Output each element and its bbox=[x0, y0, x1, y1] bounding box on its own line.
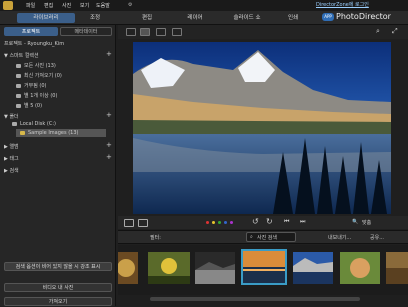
smart-item-5star[interactable]: 별 5 (0) bbox=[16, 102, 42, 109]
menu-bar: 파일 편집 사진 보기 도움말 ⚙ DirectorZone에 로그인 bbox=[0, 0, 408, 11]
expand-icon[interactable]: ⤢ bbox=[392, 27, 398, 36]
local-disk[interactable]: Local Disk (C:) bbox=[12, 121, 56, 127]
smart-item-all[interactable]: 모든 사진 (13) bbox=[16, 62, 56, 69]
search-icon: ⌕ bbox=[250, 234, 253, 240]
thumbnail[interactable] bbox=[118, 252, 138, 284]
collection-icon bbox=[16, 73, 21, 78]
smart-collection-header[interactable]: ▼ 스마트 컬렉션 bbox=[4, 52, 39, 59]
add-folder-button[interactable]: + bbox=[106, 111, 112, 119]
folders-header[interactable]: ▼ 폴더 bbox=[4, 113, 19, 120]
smart-item-rejected[interactable]: 거부됨 (0) bbox=[16, 82, 46, 89]
collection-icon bbox=[16, 103, 21, 108]
main-photo bbox=[133, 42, 391, 214]
zoom-value[interactable]: 맞춤 bbox=[362, 219, 371, 226]
filter-label: 필터: bbox=[150, 235, 161, 241]
sample-folder[interactable]: Sample Images (13) bbox=[20, 130, 78, 136]
smart-collection-label: 스마트 컬렉션 bbox=[9, 53, 39, 59]
albums-label: 앨범 bbox=[9, 144, 19, 150]
menu-help[interactable]: 도움말 bbox=[96, 2, 110, 9]
label-red-icon[interactable] bbox=[206, 221, 209, 224]
thumbnail[interactable] bbox=[293, 252, 333, 284]
thumbnail-selected[interactable] bbox=[241, 249, 287, 285]
photo-search-input[interactable]: ⌕ 사진 검색 bbox=[246, 232, 296, 242]
label-purple-icon[interactable] bbox=[230, 221, 233, 224]
thumbnail[interactable] bbox=[340, 252, 380, 284]
menu-view[interactable]: 보기 bbox=[80, 2, 89, 9]
tab-metadata[interactable]: 메타데이터 bbox=[60, 27, 112, 36]
brand-name: PhotoDirector bbox=[336, 12, 391, 21]
smart-item-recent[interactable]: 최신 가져오기 (0) bbox=[16, 72, 62, 79]
menu-file[interactable]: 파일 bbox=[26, 2, 35, 9]
rotate-right-icon[interactable]: ↻ bbox=[266, 217, 273, 226]
menu-edit[interactable]: 편집 bbox=[44, 2, 53, 9]
thumbnail[interactable] bbox=[386, 252, 408, 284]
next-icon[interactable]: ⏭ bbox=[300, 218, 305, 226]
collection-icon bbox=[16, 83, 21, 88]
history-label: 검색 bbox=[9, 168, 19, 174]
import-button[interactable]: 가져오기 bbox=[4, 297, 112, 306]
tab-print[interactable]: 인쇄 bbox=[282, 13, 304, 23]
photo-controls: ↺ ↻ ⏮ ⏭ 🔍 맞춤 bbox=[118, 216, 408, 229]
single-view-icon[interactable] bbox=[140, 28, 150, 36]
add-album-button[interactable]: + bbox=[106, 141, 112, 149]
zoom-label: 🔍 bbox=[352, 219, 359, 225]
login-link[interactable]: DirectorZone에 로그인 bbox=[316, 1, 369, 8]
smart-item-1star[interactable]: 별 1개 이상 (0) bbox=[16, 92, 57, 99]
label-blue-icon[interactable] bbox=[224, 221, 227, 224]
label-yellow-icon[interactable] bbox=[212, 221, 215, 224]
tab-slideshow[interactable]: 슬라이드 쇼 bbox=[222, 13, 272, 23]
tags-header[interactable]: ▶ 태그 bbox=[4, 155, 19, 162]
thumbnail[interactable] bbox=[195, 252, 235, 284]
add-tag-button[interactable]: + bbox=[106, 153, 112, 161]
collection-icon bbox=[16, 93, 21, 98]
search-placeholder: 사진 검색 bbox=[257, 235, 277, 241]
history-header[interactable]: ▶ 검색 bbox=[4, 167, 19, 174]
tags-label: 태그 bbox=[9, 156, 19, 162]
app-badge[interactable]: APP bbox=[322, 13, 334, 21]
app-logo-icon bbox=[3, 1, 13, 10]
export-button[interactable]: 내보내기... bbox=[328, 234, 351, 241]
folder-icon bbox=[20, 130, 25, 135]
share-button[interactable]: 공유... bbox=[370, 234, 384, 241]
highlight-search-button[interactable]: 검색 옵션이 비어 있지 않을 시 강조 표시 bbox=[4, 262, 112, 271]
rotate-left-icon[interactable]: ↺ bbox=[252, 217, 259, 226]
albums-header[interactable]: ▶ 앨범 bbox=[4, 143, 19, 150]
settings-icon[interactable]: ⚙ bbox=[128, 2, 132, 8]
collection-icon bbox=[16, 63, 21, 68]
add-smart-collection-button[interactable]: + bbox=[106, 50, 112, 58]
search-icon[interactable]: ⌕ bbox=[376, 27, 380, 36]
reject-icon[interactable] bbox=[138, 219, 148, 227]
video-photos-button[interactable]: 비디오 내 사진 bbox=[4, 283, 112, 292]
view-toolbar: ⌕ ⤢ bbox=[118, 25, 408, 39]
label-green-icon[interactable] bbox=[218, 221, 221, 224]
menu-photo[interactable]: 사진 bbox=[62, 2, 71, 9]
disk-icon bbox=[12, 121, 17, 126]
folders-label: 폴더 bbox=[9, 114, 19, 120]
prev-icon[interactable]: ⏮ bbox=[284, 218, 289, 226]
filmstrip-scrollbar[interactable] bbox=[150, 297, 360, 301]
grid-view-icon[interactable] bbox=[126, 28, 136, 36]
mark-icon[interactable] bbox=[124, 219, 134, 227]
survey-view-icon[interactable] bbox=[172, 28, 182, 36]
compare-view-icon[interactable] bbox=[156, 28, 166, 36]
tab-adjust[interactable]: 조정 bbox=[80, 13, 110, 23]
tab-edit[interactable]: 편집 bbox=[132, 13, 162, 23]
thumbnail[interactable] bbox=[148, 252, 190, 284]
project-name: 프로젝트 - Ryoungku_Kim bbox=[4, 41, 65, 47]
tab-library[interactable]: 라이브러리 bbox=[17, 13, 75, 23]
tab-layers[interactable]: 레이어 bbox=[180, 13, 210, 23]
tab-project[interactable]: 프로젝트 bbox=[4, 27, 58, 36]
